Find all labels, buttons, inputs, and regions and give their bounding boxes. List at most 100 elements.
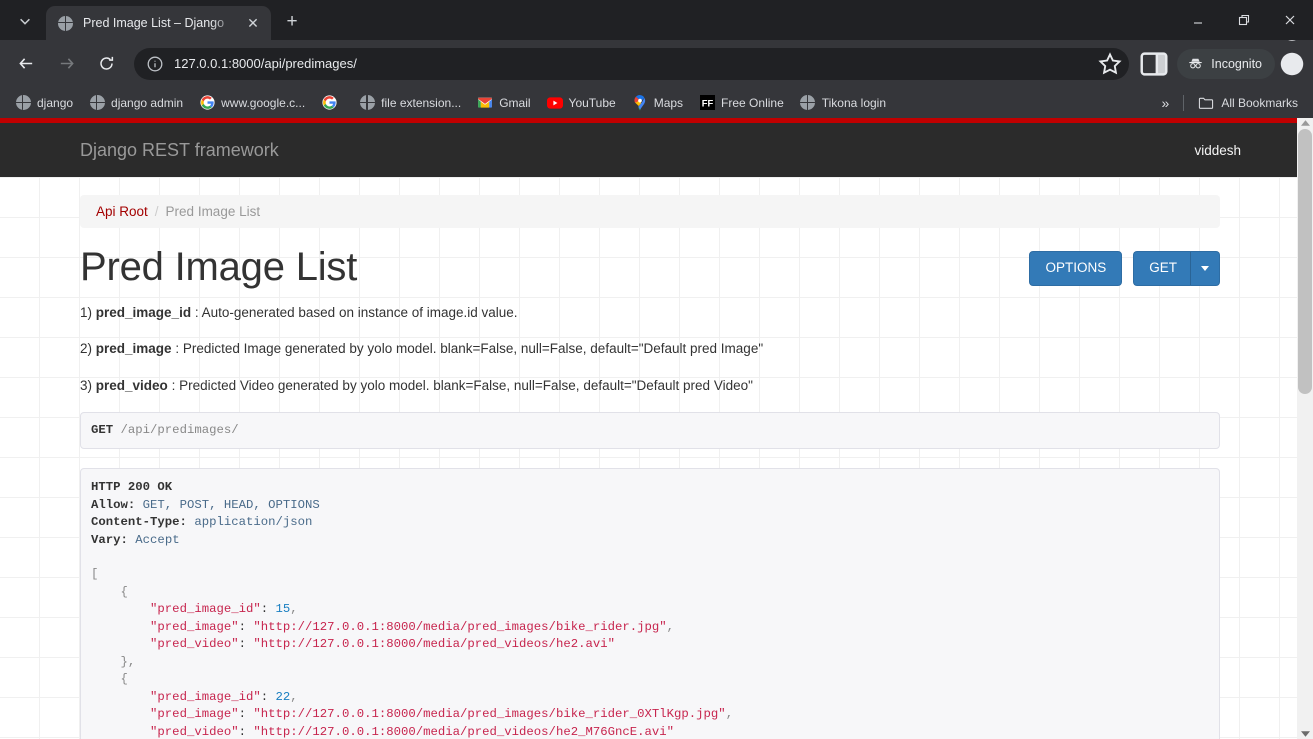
incognito-icon [1189,58,1203,69]
incognito-indicator[interactable]: Incognito [1177,48,1275,79]
restore-icon[interactable] [1221,0,1267,40]
bookmark-label: Tikona login [821,95,887,110]
response-info: HTTP 200 OK Allow: GET, POST, HEAD, OPTI… [80,468,1220,739]
google-icon [199,95,215,111]
options-button[interactable]: OPTIONS [1029,251,1123,286]
header-name-vary: Vary: [91,532,128,547]
bookmark-label: Maps [653,95,684,110]
description-line-2: 2) pred_image : Predicted Image generate… [80,339,1220,359]
browser-tab[interactable]: Pred Image List – Django ✕ [46,6,271,40]
page-scrollbar[interactable] [1297,118,1313,739]
bookmark-google-2[interactable] [313,91,351,115]
bookmark-django[interactable]: django [7,91,81,115]
globe-icon [15,95,31,111]
bookmark-label: YouTube [568,95,616,110]
page-viewport: Django REST framework viddesh Api Root /… [0,118,1313,739]
request-info: GET /api/predimages/ [80,411,1220,450]
brand-title: Django REST framework [80,139,279,160]
header-value-allow: GET, POST, HEAD, OPTIONS [142,497,320,512]
breadcrumb-api-root[interactable]: Api Root [96,204,148,219]
url-text[interactable]: 127.0.0.1:8000/api/predimages/ [174,56,1097,71]
star-icon[interactable] [1097,51,1123,77]
desc-text: : Predicted Image generated by yolo mode… [171,341,764,357]
globe-icon [89,95,105,111]
response-status: HTTP 200 OK [91,480,173,495]
all-bookmarks-label: All Bookmarks [1221,95,1298,110]
info-circle-icon[interactable] [146,55,164,73]
window-controls [1175,0,1313,40]
bookmarks-overflow-button[interactable]: » [1154,91,1178,115]
incognito-label: Incognito [1211,56,1262,71]
json-key-id: "pred_image_id" [150,602,261,617]
endpoint-description: 1) pred_image_id : Auto-generated based … [80,303,1220,396]
desc-field: pred_video [95,377,168,393]
desc-number: 3) [80,377,93,393]
scrollbar-thumb[interactable] [1298,129,1312,394]
forward-arrow-icon[interactable] [49,47,83,81]
browser-window: Pred Image List – Django ✕ + 127.0.0.1:8… [0,0,1313,739]
user-menu[interactable]: viddesh [1194,143,1277,158]
google-icon [321,95,337,111]
bookmark-django-admin[interactable]: django admin [81,91,191,115]
json-object-open: { [91,672,128,687]
side-panel-icon[interactable] [1137,47,1171,81]
desc-field: pred_image_id [95,305,192,320]
bookmark-label: file extension... [381,95,462,110]
desc-text: : Predicted Video generated by yolo mode… [167,377,753,393]
globe-icon [359,95,375,111]
bookmark-file-extension[interactable]: file extension... [351,91,469,115]
json-value-image: "http://127.0.0.1:8000/media/pred_images… [253,707,726,722]
bookmark-free-online[interactable]: FF Free Online [691,91,792,115]
page-header: Pred Image List OPTIONS GET [80,245,1220,289]
json-value-video: "http://127.0.0.1:8000/media/pred_videos… [253,724,675,739]
divider [1183,94,1185,111]
three-dots-icon[interactable] [1277,17,1307,110]
bookmark-youtube[interactable]: YouTube [539,91,624,115]
tab-search-button[interactable] [6,4,44,38]
header-name-content-type: Content-Type: [91,515,187,530]
json-value-id: 15 [275,602,291,617]
bookmark-label: Gmail [499,95,531,110]
json-key-image: "pred_image" [150,707,239,722]
bookmark-label: django admin [111,95,184,110]
close-icon[interactable] [1267,0,1313,40]
json-key-image: "pred_image" [150,619,239,634]
get-button[interactable]: GET [1133,251,1190,286]
back-arrow-icon[interactable] [9,47,43,81]
all-bookmarks-button[interactable]: All Bookmarks [1190,91,1306,115]
close-icon[interactable]: ✕ [243,13,263,33]
json-value-image: "http://127.0.0.1:8000/media/pred_images… [253,619,667,634]
request-method: GET [91,422,114,437]
bookmark-label: www.google.c... [221,95,306,110]
get-dropdown-toggle[interactable] [1190,251,1220,286]
bookmark-google[interactable]: www.google.c... [191,91,313,115]
folder-icon [1198,95,1214,111]
description-line-1: 1) pred_image_id : Auto-generated based … [80,303,1220,323]
bookmark-maps[interactable]: Maps [624,91,691,115]
json-object-open: { [91,584,128,599]
new-tab-button[interactable]: + [277,7,307,37]
globe-icon [800,95,816,111]
reload-icon[interactable] [89,47,123,81]
action-buttons: OPTIONS GET [1029,245,1220,286]
json-key-video: "pred_video" [150,637,239,652]
tab-strip: Pred Image List – Django ✕ + [0,0,1313,40]
breadcrumb-separator: / [154,204,159,219]
json-array-open: [ [91,567,99,582]
address-bar[interactable]: 127.0.0.1:8000/api/predimages/ [134,47,1130,80]
scroll-up-arrow-icon[interactable] [1297,118,1313,128]
breadcrumb-current: Pred Image List [165,204,261,219]
bookmark-tikona-login[interactable]: Tikona login [792,91,894,115]
header-name-allow: Allow: [91,497,136,512]
header-value-content-type: application/json [194,515,313,530]
get-button-group: GET [1133,251,1220,286]
page-content: Api Root / Pred Image List Pred Image Li… [0,177,1297,739]
json-key-video: "pred_video" [150,724,239,739]
json-object-close: }, [91,654,136,669]
drf-navbar: Django REST framework viddesh [0,123,1297,177]
bookmark-gmail[interactable]: Gmail [469,91,538,115]
scroll-down-arrow-icon[interactable] [1297,729,1313,739]
chevron-down-icon [1201,265,1209,271]
minimize-icon[interactable] [1175,0,1221,40]
request-path: /api/predimages/ [120,422,239,437]
